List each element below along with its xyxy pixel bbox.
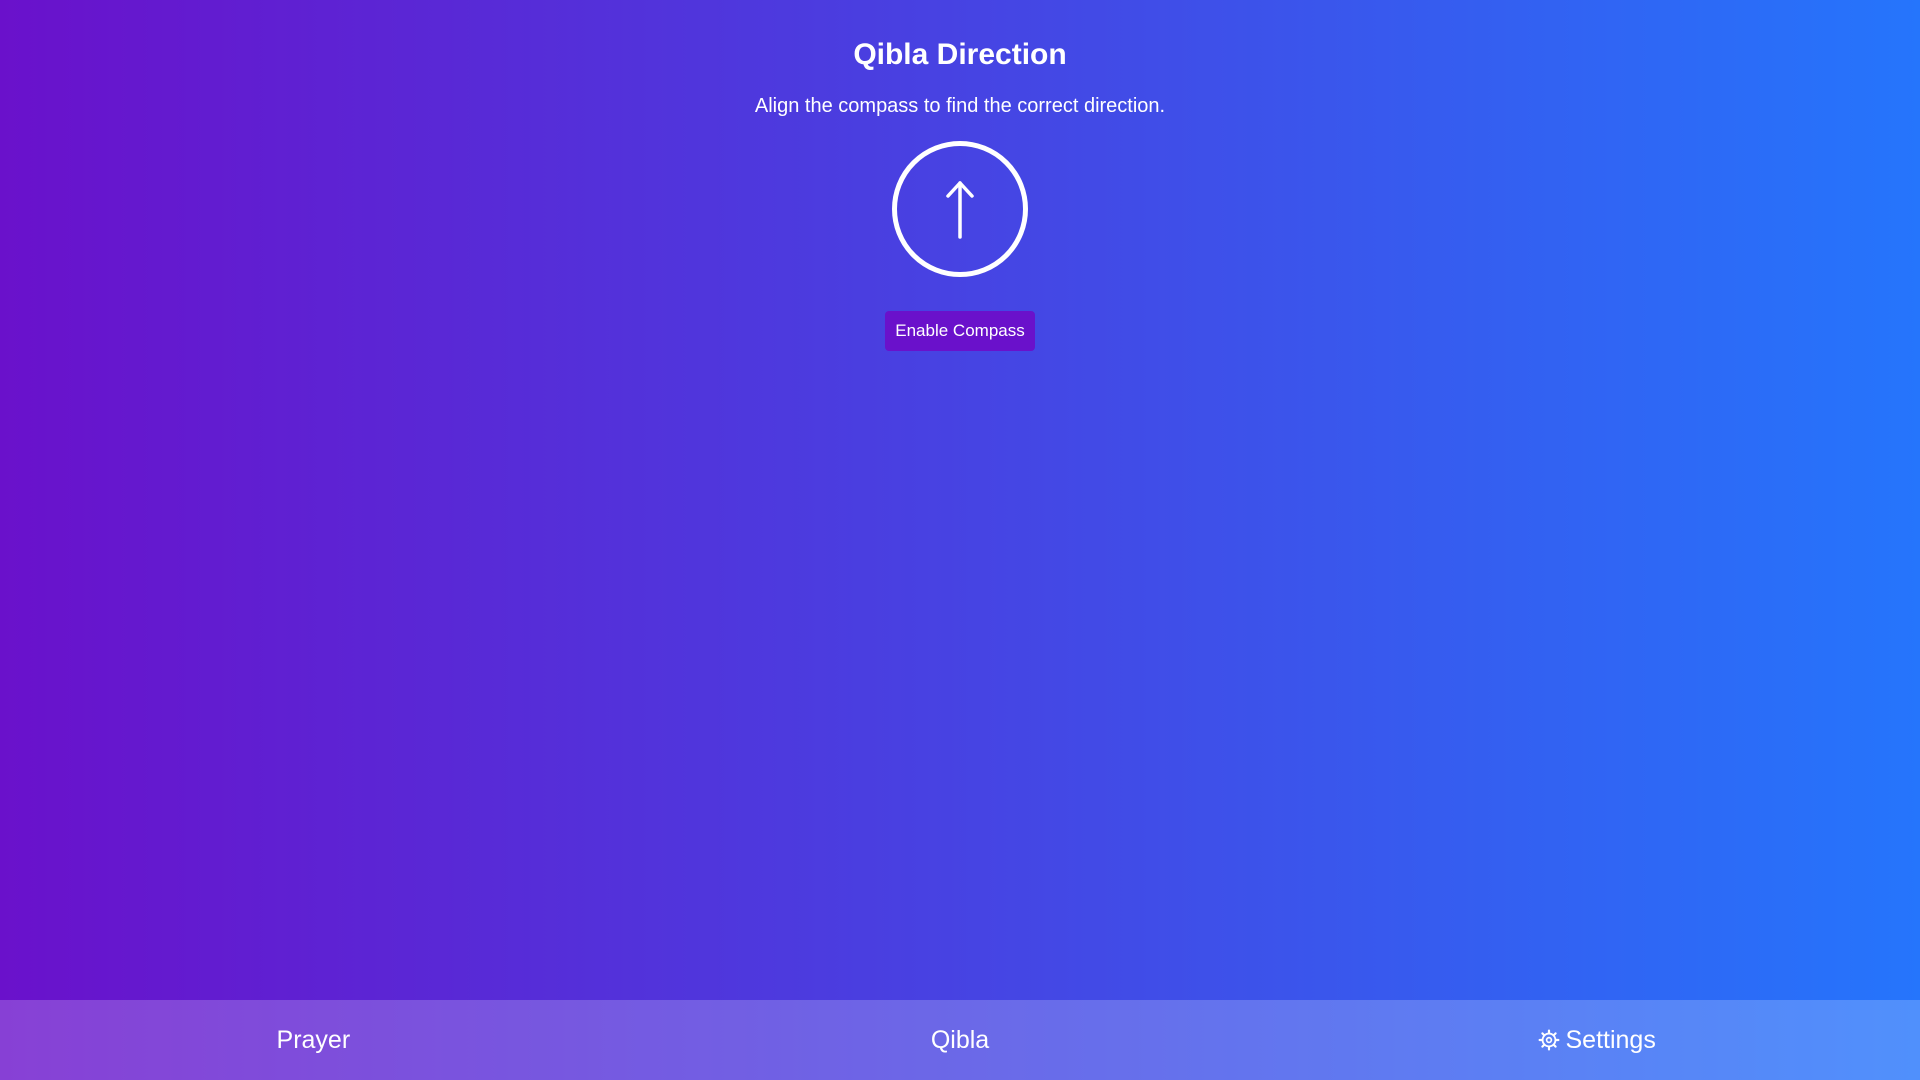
nav-item-prayer[interactable]: Prayer (0, 1000, 647, 1080)
nav-item-label: Prayer (276, 1025, 351, 1054)
gear-icon (1538, 1029, 1560, 1051)
compass-dial (892, 141, 1028, 277)
page-subtitle: Align the compass to find the correct di… (754, 95, 1166, 117)
page-title: Qibla Direction (853, 38, 1067, 71)
up-arrow-icon (946, 181, 974, 239)
nav-item-settings[interactable]: Settings (1283, 1000, 1920, 1080)
nav-item-label: Qibla (930, 1025, 990, 1054)
nav-item-qibla[interactable]: Qibla (647, 1000, 1284, 1080)
nav-item-label: Settings (1565, 1025, 1656, 1054)
qibla-page: Qibla Direction Align the compass to fin… (0, 0, 1920, 1000)
enable-compass-button[interactable]: Enable Compass (885, 311, 1035, 351)
bottom-nav: Prayer Qibla Settings (0, 1000, 1920, 1080)
